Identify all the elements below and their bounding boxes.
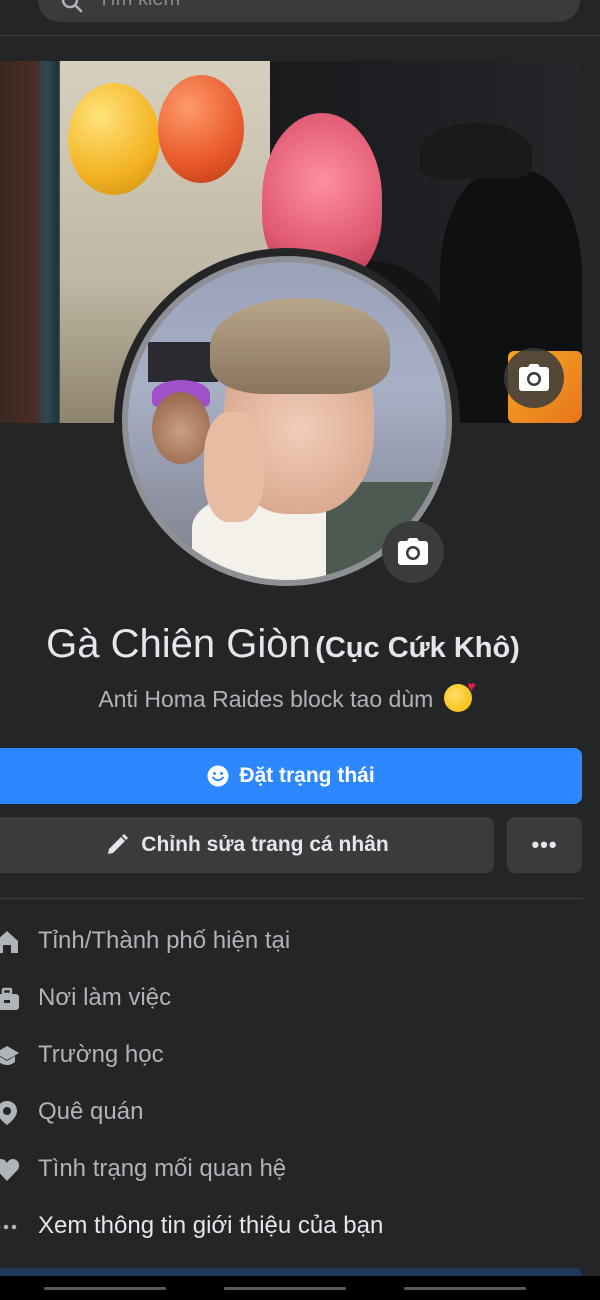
- cover-camera-button[interactable]: [504, 348, 564, 408]
- header-divider: [0, 35, 600, 36]
- house-icon: [0, 931, 18, 953]
- more-dots-icon: [0, 1224, 17, 1230]
- pencil-icon: [108, 834, 129, 854]
- search-icon: [61, 0, 83, 13]
- intro-label: Tình trạng mối quan hệ: [38, 1155, 287, 1182]
- graduation-cap-icon: [0, 1046, 19, 1065]
- intro-item-relationship[interactable]: Tình trạng mối quan hệ: [0, 1142, 600, 1199]
- intro-label: Tỉnh/Thành phố hiện tại: [38, 927, 291, 954]
- intro-item-see-about[interactable]: Xem thông tin giới thiệu của bạn: [0, 1199, 600, 1256]
- intro-list: Tỉnh/Thành phố hiện tại Nơi làm việc Trư…: [0, 914, 600, 1256]
- nav-back-handle[interactable]: [404, 1287, 526, 1290]
- set-status-label: Đặt trạng thái: [239, 764, 375, 787]
- more-dots-icon: •••: [531, 832, 558, 857]
- profile-display-name: Gà Chiên Giòn: [46, 622, 311, 666]
- more-options-button[interactable]: •••: [507, 817, 582, 873]
- set-status-button[interactable]: Đặt trạng thái: [0, 748, 582, 804]
- briefcase-icon: [0, 987, 19, 1010]
- profile-camera-button[interactable]: [382, 521, 444, 583]
- edit-profile-label: Chỉnh sửa trang cá nhân: [141, 833, 389, 856]
- intro-item-current-city[interactable]: Tỉnh/Thành phố hiện tại: [0, 914, 600, 971]
- search-bar[interactable]: Tìm kiếm: [38, 0, 580, 22]
- heart-icon: [0, 1159, 20, 1181]
- intro-label: Xem thông tin giới thiệu của bạn: [38, 1212, 384, 1239]
- nav-recent-handle[interactable]: [44, 1287, 166, 1290]
- profile-bio: Anti Homa Raides block tao dùm: [0, 678, 570, 713]
- profile-alternate-name: (Cục Cứk Khô): [315, 632, 520, 664]
- intro-item-school[interactable]: Trường học: [0, 1028, 600, 1085]
- section-divider: [0, 898, 582, 899]
- intro-label: Nơi làm việc: [38, 984, 172, 1011]
- nav-home-handle[interactable]: [224, 1287, 346, 1290]
- smiling-hearts-emoji-icon: [443, 678, 476, 712]
- intro-label: Trường học: [38, 1041, 164, 1068]
- camera-icon: [398, 538, 428, 565]
- camera-icon: [519, 364, 549, 391]
- intro-item-workplace[interactable]: Nơi làm việc: [0, 971, 600, 1028]
- smiley-icon: [207, 765, 229, 787]
- search-placeholder: Tìm kiếm: [98, 0, 180, 11]
- system-navigation-bar: [0, 1276, 600, 1300]
- profile-name: Gà Chiên Giòn (Cục Cứk Khô): [0, 622, 566, 667]
- intro-item-hometown[interactable]: Quê quán: [0, 1085, 600, 1142]
- intro-label: Quê quán: [38, 1098, 144, 1125]
- edit-profile-button[interactable]: Chỉnh sửa trang cá nhân: [0, 817, 494, 873]
- profile-bio-text: Anti Homa Raides block tao dùm: [98, 686, 434, 712]
- location-pin-icon: [0, 1101, 17, 1125]
